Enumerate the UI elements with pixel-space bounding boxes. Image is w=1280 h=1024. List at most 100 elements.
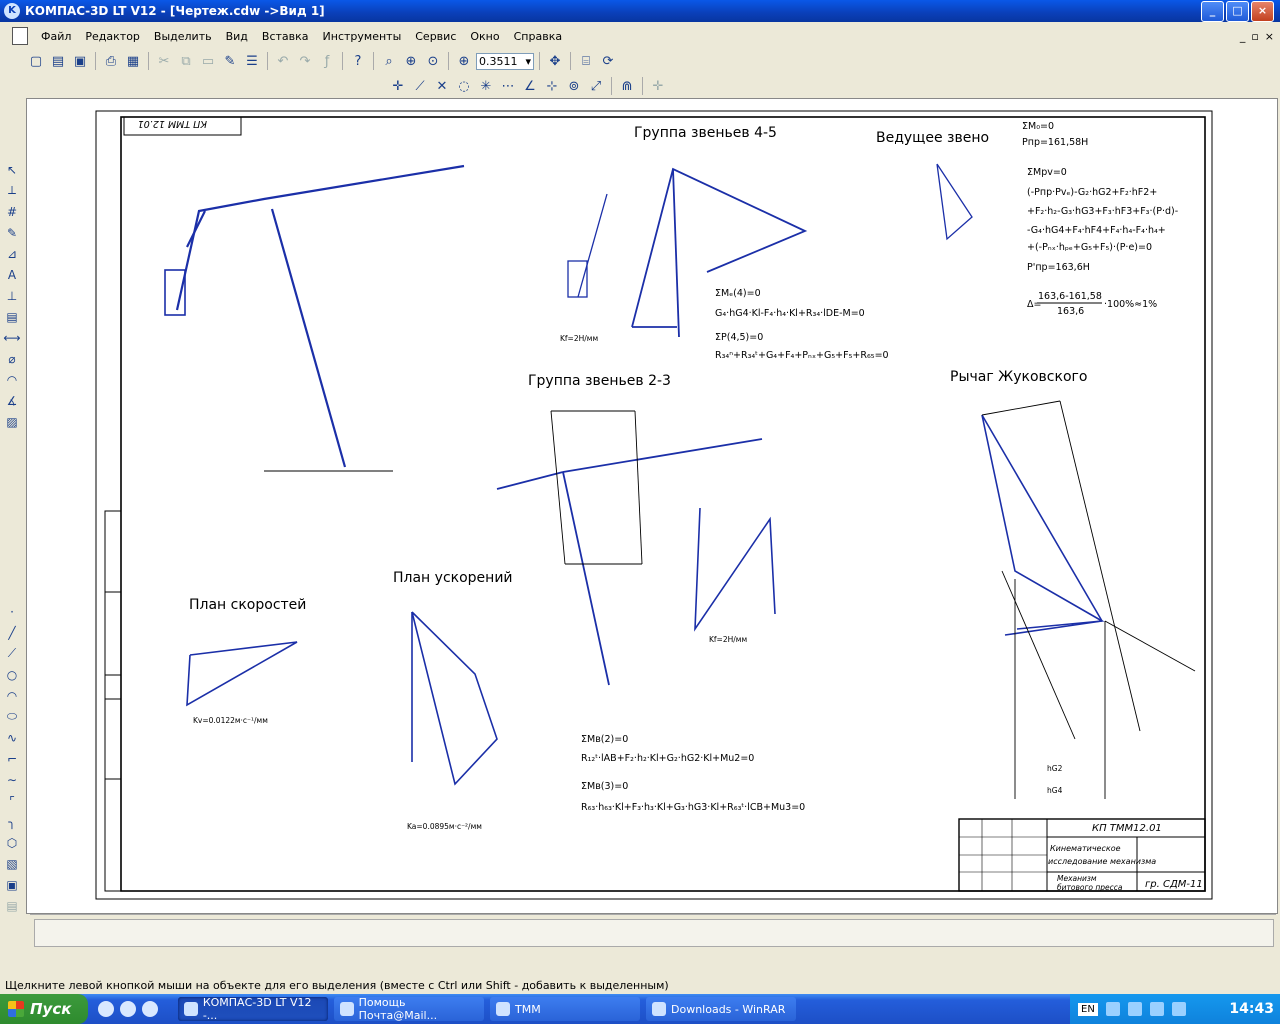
symbol-icon[interactable]: A — [2, 265, 22, 284]
dimension-icon[interactable]: ⟷ — [2, 328, 22, 347]
zoom-dynamic-icon[interactable]: ⊙ — [423, 51, 443, 71]
geometry-icon[interactable]: ⟂ — [2, 181, 22, 200]
menu-tools[interactable]: Инструменты — [316, 30, 409, 43]
snap-options-icon[interactable]: ✛ — [648, 76, 668, 96]
tb-code: КП ТММ12.01 — [1092, 823, 1162, 834]
media-player-icon[interactable] — [98, 1001, 114, 1017]
document-icon[interactable] — [12, 27, 28, 45]
language-indicator[interactable]: EN — [1078, 1002, 1098, 1016]
ellipse-tool-icon[interactable]: ⬭ — [2, 707, 22, 726]
doc-restore-button[interactable]: ▫ — [1251, 30, 1258, 43]
print-preview-icon[interactable]: ⎙ — [101, 51, 121, 71]
bezier-tool-icon[interactable]: ∼ — [2, 770, 22, 789]
copy-icon[interactable]: ⧉ — [176, 51, 196, 71]
format-brush-icon[interactable]: ✎ — [220, 51, 240, 71]
chamfer-tool-icon[interactable]: ⌜ — [2, 791, 22, 810]
snap-normal-icon[interactable]: ✳ — [476, 76, 496, 96]
velocity-plan-title: План скоростей — [189, 597, 306, 613]
quick-launch — [98, 1001, 158, 1017]
menu-file[interactable]: Файл — [34, 30, 78, 43]
drawing-canvas[interactable]: Группа звеньев 4-5 Ведущее звено Группа … — [26, 98, 1278, 914]
snap-grid-icon[interactable]: ⋯ — [498, 76, 518, 96]
arc-dimension-icon[interactable]: ◠ — [2, 370, 22, 389]
paste-icon[interactable]: ▭ — [198, 51, 218, 71]
zoom-scale-select[interactable]: 0.3511 ▾ — [476, 52, 534, 70]
circle-tool-icon[interactable]: ○ — [2, 665, 22, 684]
ie-icon[interactable] — [120, 1001, 136, 1017]
clock[interactable]: 14:43 — [1229, 1001, 1274, 1017]
segment-tool-icon[interactable]: ⟋ — [2, 644, 22, 663]
zoom-all-icon[interactable]: ⊕ — [401, 51, 421, 71]
menu-edit[interactable]: Редактор — [78, 30, 147, 43]
fillet-tool-icon[interactable]: ╮ — [2, 812, 22, 831]
magnet-icon[interactable]: ⋒ — [617, 76, 637, 96]
menu-view[interactable]: Вид — [219, 30, 255, 43]
save-icon[interactable]: ▣ — [70, 51, 90, 71]
minimize-button[interactable]: _ — [1201, 1, 1224, 22]
contour-tool-icon[interactable]: ▣ — [2, 875, 22, 894]
network-icon[interactable] — [1105, 1002, 1120, 1016]
open-folder-icon[interactable]: ▤ — [48, 51, 68, 71]
spline-tool-icon[interactable]: ∿ — [2, 728, 22, 747]
task-tmm[interactable]: ТММ — [490, 997, 640, 1021]
redo-icon[interactable]: ↷ — [295, 51, 315, 71]
spec-icon[interactable]: ▤ — [2, 307, 22, 326]
property-bar-area[interactable] — [34, 919, 1274, 947]
point-tool-icon[interactable]: · — [2, 602, 22, 621]
zoom-window-icon[interactable]: ⌕ — [379, 51, 399, 71]
menu-window[interactable]: Окно — [463, 30, 506, 43]
view-manager-icon[interactable]: ⌸ — [576, 51, 596, 71]
snap-angle-icon[interactable]: ∠ — [520, 76, 540, 96]
doc-minimize-button[interactable]: _ — [1240, 30, 1246, 43]
snap-nearest-icon[interactable]: ⟋ — [410, 76, 430, 96]
hatch-tool-icon[interactable]: ▧ — [2, 854, 22, 873]
snap-along-icon[interactable]: ⤢ — [586, 76, 606, 96]
measure-icon[interactable]: ⊿ — [2, 244, 22, 263]
browser-icon[interactable] — [142, 1001, 158, 1017]
properties-icon[interactable]: ▦ — [123, 51, 143, 71]
refresh-icon[interactable]: ⟳ — [598, 51, 618, 71]
equidistant-tool-icon[interactable]: ▤ — [2, 896, 22, 915]
doc-close-button[interactable]: × — [1265, 30, 1274, 43]
menu-service[interactable]: Сервис — [408, 30, 463, 43]
safely-remove-icon[interactable] — [1171, 1002, 1186, 1016]
cut-icon[interactable]: ✂ — [154, 51, 174, 71]
snap-point-icon[interactable]: ✛ — [388, 76, 408, 96]
eq-delta-c: ·100%≈1% — [1104, 299, 1157, 310]
select-tool-icon[interactable]: ↖ — [2, 160, 22, 179]
polyline-tool-icon[interactable]: ⌐ — [2, 749, 22, 768]
angle-dimension-icon[interactable]: ∡ — [2, 391, 22, 410]
snap-tangent-icon[interactable]: ◌ — [454, 76, 474, 96]
parametric-icon[interactable]: ⊥ — [2, 286, 22, 305]
task-winrar[interactable]: Downloads - WinRAR — [646, 997, 796, 1021]
arc-tool-icon[interactable]: ◠ — [2, 686, 22, 705]
task-kompas[interactable]: КОМПАС-3D LT V12 -... — [178, 996, 328, 1022]
start-button[interactable]: Пуск — [0, 994, 88, 1024]
new-file-icon[interactable]: ▢ — [26, 51, 46, 71]
help-pointer-icon[interactable]: ? — [348, 51, 368, 71]
volume-icon[interactable] — [1149, 1002, 1164, 1016]
line-tool-icon[interactable]: ╱ — [2, 623, 22, 642]
eq-mb3-full: R₆₃·h₆₃·Kl+F₃·h₃·Kl+G₃·hG3·Kl+R₆₃ᵗ·lCB+M… — [581, 802, 805, 813]
hatch-icon[interactable]: ▨ — [2, 412, 22, 431]
close-button[interactable]: × — [1251, 1, 1274, 22]
snap-center-icon[interactable]: ⊚ — [564, 76, 584, 96]
grid-icon[interactable]: # — [2, 202, 22, 221]
menu-help[interactable]: Справка — [507, 30, 569, 43]
task-mail[interactable]: Помощь Почта@Mail... — [334, 996, 484, 1022]
edit-tool-icon[interactable]: ✎ — [2, 223, 22, 242]
pan-icon[interactable]: ✥ — [545, 51, 565, 71]
polygon-tool-icon[interactable]: ⬡ — [2, 833, 22, 852]
library-icon[interactable]: ☰ — [242, 51, 262, 71]
undo-icon[interactable]: ↶ — [273, 51, 293, 71]
snap-intersection-icon[interactable]: ✕ — [432, 76, 452, 96]
zoom-in-icon[interactable]: ⊕ — [454, 51, 474, 71]
snap-midpoint-icon[interactable]: ⊹ — [542, 76, 562, 96]
antivirus-icon[interactable] — [1127, 1002, 1142, 1016]
maximize-button[interactable]: □ — [1226, 1, 1249, 22]
menu-select[interactable]: Выделить — [147, 30, 219, 43]
status-bar: Щелкните левой кнопкой мыши на объекте д… — [5, 979, 669, 992]
variables-icon[interactable]: ƒ — [317, 51, 337, 71]
diameter-icon[interactable]: ⌀ — [2, 349, 22, 368]
menu-insert[interactable]: Вставка — [255, 30, 316, 43]
